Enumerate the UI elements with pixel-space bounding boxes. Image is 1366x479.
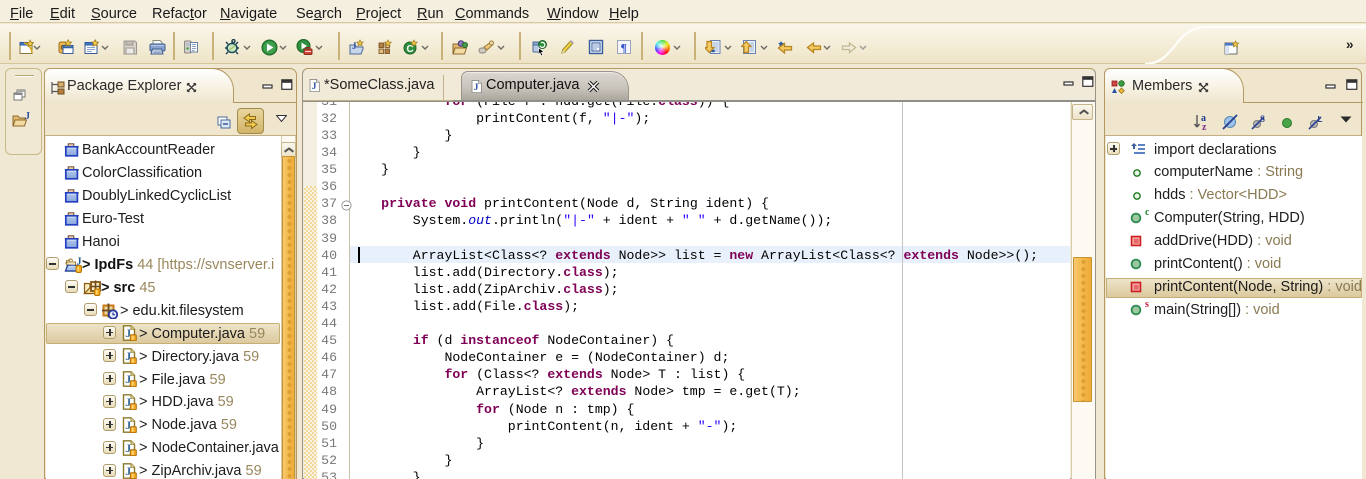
svg-text:¶: ¶ (621, 41, 627, 55)
svg-text:J: J (352, 41, 357, 51)
svg-text:z: z (1202, 122, 1207, 131)
svg-text:J: J (25, 111, 30, 122)
